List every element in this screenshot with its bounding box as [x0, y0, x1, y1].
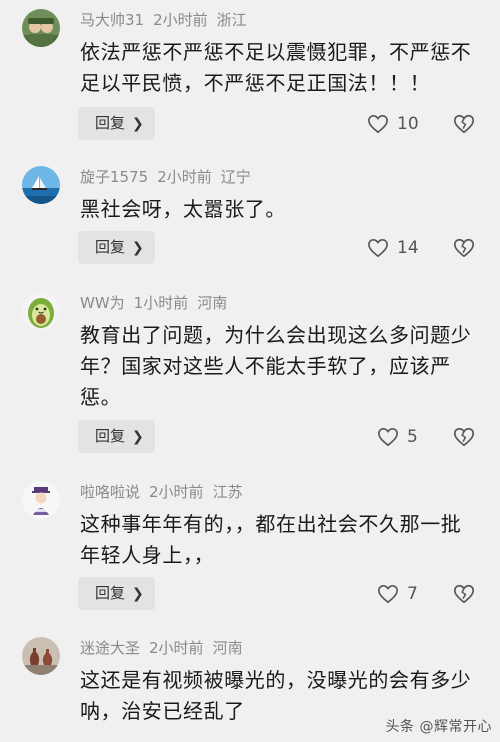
location: 辽宁 — [220, 168, 251, 186]
comment-meta: 旋子1575 2小时前 辽宁 — [80, 166, 260, 188]
heart-icon — [378, 584, 398, 603]
location: 河南 — [212, 639, 243, 657]
timestamp: 2小时前 — [153, 11, 208, 29]
vases-avatar-icon[interactable] — [22, 637, 60, 675]
username[interactable]: 迷途大圣 — [80, 639, 140, 657]
comment-text: 这种事年年有的，，都在出社会不久那一批年轻人身上，， — [80, 512, 462, 567]
soldiers-avatar-icon[interactable] — [22, 9, 60, 47]
heart-icon — [368, 238, 388, 257]
reply-label: 回复 — [95, 427, 126, 445]
timestamp: 2小时前 — [157, 168, 212, 186]
reply-label: 回复 — [95, 238, 126, 256]
comment-text: 教育出了问题，为什么会出现这么多问题少年？国家对这些人不能太手软了，应该严惩。 — [80, 323, 472, 409]
like-button[interactable]: 7 — [377, 577, 418, 610]
broken-heart-icon[interactable] — [453, 583, 475, 605]
location: 浙江 — [216, 11, 247, 29]
reply-button[interactable]: 回复 ❯ — [78, 231, 155, 264]
comment-meta: WW为 1小时前 河南 — [80, 292, 236, 314]
heart-icon — [378, 427, 398, 446]
timestamp: 2小时前 — [149, 639, 204, 657]
broken-heart-icon[interactable] — [453, 237, 475, 259]
like-button[interactable]: 14 — [367, 231, 419, 264]
broken-heart-icon[interactable] — [453, 113, 475, 135]
timestamp: 2小时前 — [149, 483, 204, 501]
comment-text: 依法严惩不严惩不足以震慑犯罪，不严惩不足以平民愤，不严惩不足正国法！！！ — [80, 40, 472, 95]
comment-meta: 啦咯啦说 2小时前 江苏 — [80, 481, 252, 503]
comment-meta: 马大帅31 2小时前 浙江 — [80, 9, 256, 31]
watermark: 头条 @辉常开心 — [385, 719, 492, 735]
cartoon-person-avatar-icon[interactable] — [22, 481, 60, 519]
comment-text: 黑社会呀，太嚣张了。 — [80, 197, 286, 221]
avocado-avatar-icon[interactable] — [22, 292, 60, 330]
like-button[interactable]: 5 — [377, 420, 418, 453]
chevron-right-icon: ❯ — [132, 429, 144, 445]
chevron-right-icon: ❯ — [132, 586, 144, 602]
reply-button[interactable]: 回复 ❯ — [78, 107, 155, 140]
username[interactable]: 啦咯啦说 — [80, 483, 140, 501]
heart-icon — [368, 114, 388, 133]
comment-meta: 迷途大圣 2小时前 河南 — [80, 637, 252, 659]
chevron-right-icon: ❯ — [132, 240, 144, 256]
like-button[interactable]: 10 — [367, 107, 419, 140]
like-count: 7 — [407, 583, 418, 604]
username[interactable]: 马大帅31 — [80, 11, 144, 29]
seascape-avatar-icon[interactable] — [22, 166, 60, 204]
location: 河南 — [197, 294, 228, 312]
location: 江苏 — [212, 483, 243, 501]
like-count: 14 — [397, 237, 419, 258]
reply-label: 回复 — [95, 584, 126, 602]
timestamp: 1小时前 — [133, 294, 189, 312]
username[interactable]: WW为 — [80, 294, 125, 312]
broken-heart-icon[interactable] — [453, 426, 475, 448]
like-count: 5 — [407, 426, 418, 447]
chevron-right-icon: ❯ — [132, 116, 144, 132]
like-count: 10 — [397, 113, 419, 134]
username[interactable]: 旋子1575 — [80, 168, 148, 186]
reply-label: 回复 — [95, 114, 126, 132]
reply-button[interactable]: 回复 ❯ — [78, 577, 155, 610]
reply-button[interactable]: 回复 ❯ — [78, 420, 155, 453]
